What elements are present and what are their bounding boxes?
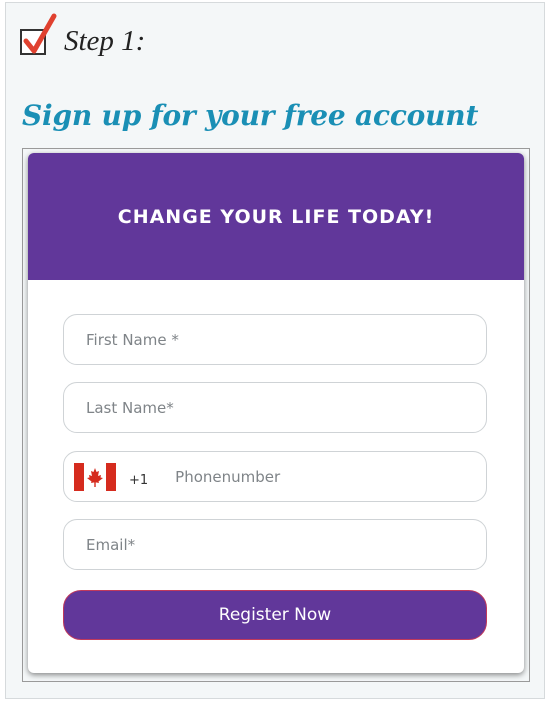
- register-button[interactable]: Register Now: [63, 590, 487, 640]
- first-name-field[interactable]: [63, 314, 487, 365]
- card-title: CHANGE YOUR LIFE TODAY!: [117, 205, 435, 228]
- page-container: Step 1: Sign up for your free account CH…: [5, 2, 545, 699]
- first-name-input[interactable]: [64, 330, 486, 349]
- last-name-input[interactable]: [64, 398, 486, 417]
- card-header: CHANGE YOUR LIFE TODAY!: [28, 153, 524, 280]
- page-headline: Sign up for your free account: [22, 99, 479, 132]
- email-field[interactable]: [63, 519, 487, 570]
- phone-field[interactable]: +1: [63, 451, 487, 502]
- email-input[interactable]: [64, 535, 486, 554]
- checkbox-checked-icon: [20, 13, 57, 55]
- step-label: Step 1:: [64, 25, 146, 57]
- last-name-field[interactable]: [63, 382, 487, 433]
- phone-input[interactable]: [148, 467, 486, 486]
- signup-card: CHANGE YOUR LIFE TODAY! +1: [28, 153, 524, 673]
- canada-flag-icon[interactable]: [74, 462, 116, 491]
- dial-code: +1: [129, 473, 149, 488]
- step-indicator: Step 1:: [20, 13, 146, 58]
- signup-form-frame: CHANGE YOUR LIFE TODAY! +1: [22, 148, 530, 682]
